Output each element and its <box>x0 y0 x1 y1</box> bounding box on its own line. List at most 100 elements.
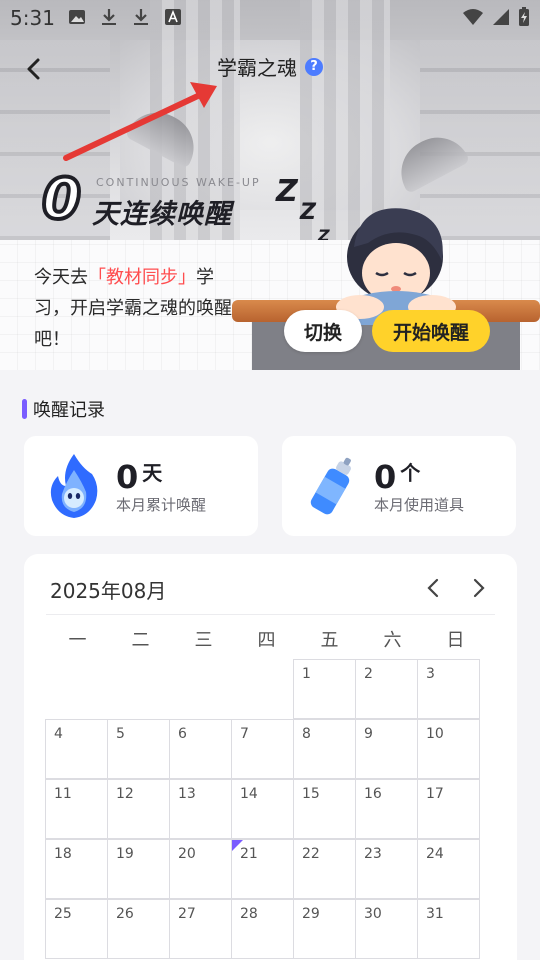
next-month-button[interactable] <box>467 576 491 600</box>
calendar-day-number: 10 <box>426 726 444 742</box>
calendar-divider <box>46 614 495 615</box>
stat-label: 本月累计唤醒 <box>116 496 207 514</box>
calendar-day-cell[interactable]: 25 <box>45 899 108 959</box>
calendar-day-cell[interactable]: 20 <box>169 839 232 899</box>
calendar-day-number: 5 <box>116 726 125 742</box>
section-accent-bar <box>22 399 27 419</box>
calendar-day-number: 11 <box>54 786 72 802</box>
calendar-day-cell[interactable]: 19 <box>107 839 170 899</box>
calendar-day-number: 16 <box>364 786 382 802</box>
calendar-day-number: 23 <box>364 846 382 862</box>
calendar-day-cell[interactable]: 28 <box>231 899 294 959</box>
calendar-day-number: 17 <box>426 786 444 802</box>
weekday-label: 三 <box>194 630 213 651</box>
calendar-day-cell[interactable]: 2 <box>355 659 418 719</box>
chevron-right-icon <box>473 578 485 598</box>
calendar-day-number: 3 <box>426 666 435 682</box>
calendar-week-row: 11 12 13 14 15 16 17 <box>45 779 487 840</box>
section-title: 唤醒记录 <box>33 400 105 421</box>
calendar-day-number: 1 <box>302 666 311 682</box>
stat-value: 0个 <box>374 458 421 496</box>
prompt-prefix: 今天去 <box>34 267 88 288</box>
sleep-z-icon: Z <box>300 200 316 225</box>
calendar-day-cell[interactable]: 6 <box>169 719 232 779</box>
calendar-day-number: 21 <box>240 846 258 862</box>
calendar-day-number: 15 <box>302 786 320 802</box>
download-icon <box>100 8 118 26</box>
calendar-empty-cell <box>107 659 170 719</box>
calendar-day-cell[interactable]: 14 <box>231 779 294 839</box>
calendar-day-number: 27 <box>178 906 196 922</box>
start-wakeup-button[interactable]: 开始唤醒 <box>372 310 490 352</box>
calendar-weekdays: 一 二 三 四 五 六 日 <box>46 626 487 652</box>
help-icon[interactable]: ? <box>305 57 323 76</box>
calendar-week-row: 18 19 20 21 22 23 24 <box>45 839 487 900</box>
weekday-label: 四 <box>257 630 276 651</box>
page-title-bar: 学霸之魂 ? <box>0 52 540 81</box>
chevron-left-icon <box>427 578 439 598</box>
calendar-day-number: 30 <box>364 906 382 922</box>
calendar-day-cell[interactable]: 4 <box>45 719 108 779</box>
calendar-day-cell[interactable]: 27 <box>169 899 232 959</box>
calendar-day-number: 31 <box>426 906 444 922</box>
streak-label: 天连续唤醒 <box>92 199 232 230</box>
sleeping-student-illustration <box>336 208 456 325</box>
calendar-day-number: 28 <box>240 906 258 922</box>
calendar-day-number: 9 <box>364 726 373 742</box>
calendar-day-cell[interactable]: 30 <box>355 899 418 959</box>
weekday-label: 一 <box>68 630 87 651</box>
calendar-day-cell[interactable]: 3 <box>417 659 480 719</box>
calendar-empty-cell <box>169 659 232 719</box>
notification-icons <box>68 8 182 26</box>
calendar-day-number: 22 <box>302 846 320 862</box>
calendar-day-cell[interactable]: 26 <box>107 899 170 959</box>
spray-can-icon <box>310 457 351 515</box>
image-icon <box>68 8 86 26</box>
calendar-day-cell[interactable]: 15 <box>293 779 356 839</box>
weekday-label: 日 <box>446 630 465 651</box>
battery-icon <box>519 7 529 26</box>
calendar-day-number: 25 <box>54 906 72 922</box>
calendar-day-cell[interactable]: 5 <box>107 719 170 779</box>
calendar-day-cell[interactable]: 31 <box>417 899 480 959</box>
calendar-empty-cell <box>45 659 108 719</box>
calendar-day-cell[interactable]: 16 <box>355 779 418 839</box>
calendar-day-cell[interactable]: 12 <box>107 779 170 839</box>
calendar-day-cell[interactable]: 29 <box>293 899 356 959</box>
calendar-day-number: 14 <box>240 786 258 802</box>
system-icons <box>462 7 530 27</box>
streak-count: 0 <box>40 167 83 232</box>
calendar-day-cell[interactable]: 21 <box>231 839 294 899</box>
stat-card-props: 0个 本月使用道具 <box>282 436 516 536</box>
calendar-week-row: 4 5 6 7 8 9 10 <box>45 719 487 780</box>
stat-value: 0天 <box>116 458 163 496</box>
weekday-label: 二 <box>131 630 150 651</box>
calendar-day-cell[interactable]: 8 <box>293 719 356 779</box>
cellular-signal-icon <box>493 9 509 25</box>
calendar-day-cell[interactable]: 24 <box>417 839 480 899</box>
switch-button[interactable]: 切换 <box>284 310 362 352</box>
calendar-day-cell[interactable]: 23 <box>355 839 418 899</box>
calendar-day-cell[interactable]: 9 <box>355 719 418 779</box>
calendar-day-number: 6 <box>178 726 187 742</box>
calendar-day-number: 26 <box>116 906 134 922</box>
calendar-week-row: 1 2 3 <box>45 659 487 720</box>
calendar-day-number: 29 <box>302 906 320 922</box>
annotation-arrow <box>63 82 217 161</box>
prompt-highlight: 「教材同步」 <box>88 267 196 288</box>
calendar-grid: 1 2 3 4 5 6 7 8 9 10 11 12 13 14 15 16 17 18 19 20 21 22 23 24 2… <box>45 659 487 960</box>
calendar-day-cell[interactable]: 13 <box>169 779 232 839</box>
calendar-day-cell[interactable]: 22 <box>293 839 356 899</box>
calendar-day-cell[interactable]: 10 <box>417 719 480 779</box>
prev-month-button[interactable] <box>421 576 445 600</box>
wifi-icon <box>463 9 483 25</box>
calendar-day-number: 2 <box>364 666 373 682</box>
calendar-day-cell[interactable]: 11 <box>45 779 108 839</box>
weekday-label: 五 <box>320 630 339 651</box>
calendar-day-cell[interactable]: 17 <box>417 779 480 839</box>
calendar-day-cell[interactable]: 1 <box>293 659 356 719</box>
calendar-week-row: 25 26 27 28 29 30 31 <box>45 899 487 960</box>
calendar-day-cell[interactable]: 7 <box>231 719 294 779</box>
page-title: 学霸之魂 <box>217 56 297 80</box>
calendar-day-cell[interactable]: 18 <box>45 839 108 899</box>
